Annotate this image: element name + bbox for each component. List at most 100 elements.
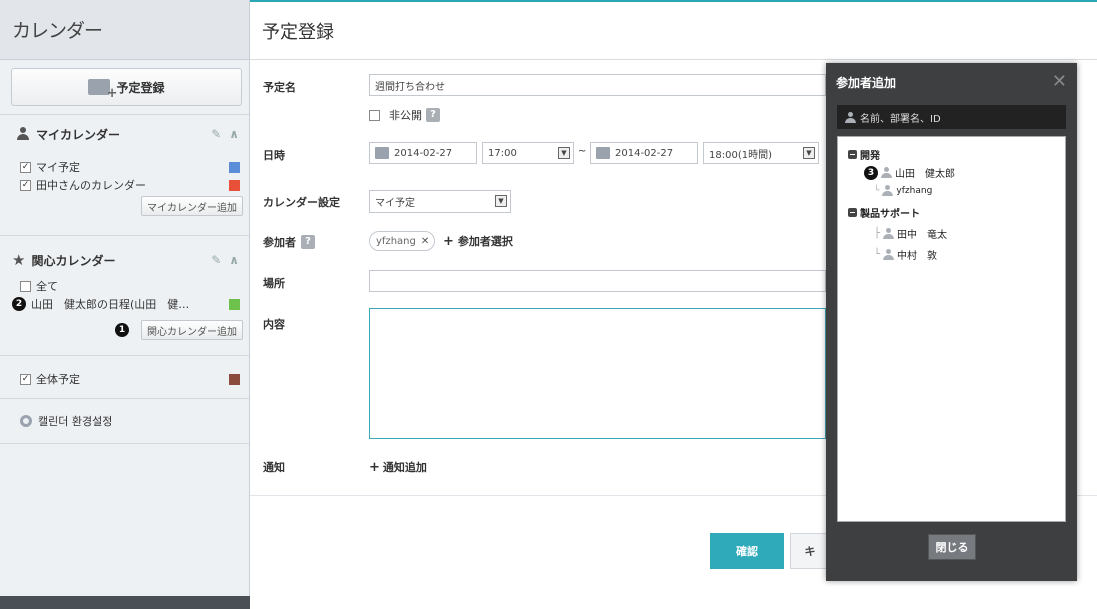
edit-icon[interactable]: ✎ — [211, 127, 221, 141]
tree-user-tanaka[interactable]: ├ 田中 竜太 — [874, 226, 947, 241]
color-swatch[interactable] — [229, 161, 240, 173]
confirm-button[interactable]: 確認 — [710, 533, 784, 569]
dialog-close-button[interactable]: 閉じる — [928, 534, 976, 560]
my-calendar-title: マイカレンダー — [36, 127, 121, 142]
calendar-icon — [596, 147, 610, 159]
tree-user-yamada[interactable]: 3 山田 健太郎 — [864, 165, 955, 180]
annotation-badge: 2 — [12, 297, 26, 311]
label-participants-row: 参加者 ? — [263, 234, 315, 250]
tree-user-nakamura[interactable]: └ 中村 敦 — [874, 247, 937, 262]
register-schedule-button[interactable]: 予定登録 — [11, 68, 242, 106]
participant-chip[interactable]: yfzhang ✕ — [369, 231, 436, 251]
calendar-item-tanaka[interactable]: ✓ 田中さんのカレンダー — [0, 176, 249, 194]
star-icon: ★ — [12, 251, 26, 269]
calendar-item-label: マイ予定 — [36, 161, 80, 174]
calendar-select[interactable]: マイ予定 ▼ — [369, 190, 511, 213]
schedule-name-input[interactable]: 週間打ち合わせ — [369, 74, 826, 96]
chevron-up-icon[interactable]: ∧ — [229, 127, 239, 141]
collapse-icon[interactable] — [848, 150, 857, 159]
add-notification-link[interactable]: + 通知追加 — [369, 459, 427, 475]
divider — [0, 235, 249, 236]
interest-calendar-section: ★ 関心カレンダー ✎ ∧ 全て 2 山田 健太郎の日程(山田 健… 1 関心カ… — [0, 250, 249, 340]
user-icon — [882, 185, 894, 196]
tree-user-label: yfzhang — [896, 185, 933, 196]
calendar-item-all-schedule[interactable]: ✓ 全体予定 — [0, 370, 249, 388]
sidebar-title: カレンダー — [0, 0, 249, 60]
color-swatch[interactable] — [229, 298, 240, 310]
close-icon[interactable]: ✕ — [421, 236, 429, 247]
checkbox-all-schedule[interactable]: ✓ — [20, 373, 31, 385]
calendar-item-all[interactable]: 全て — [0, 277, 249, 295]
divider — [0, 355, 249, 356]
my-calendar-header[interactable]: マイカレンダー ✎ ∧ — [0, 124, 249, 144]
tree-group-label: 開発 — [860, 151, 880, 162]
tree-connector: ├ — [874, 228, 881, 239]
checkbox-private[interactable] — [369, 109, 380, 121]
user-icon — [883, 249, 895, 260]
tree-connector: └ — [874, 249, 881, 260]
checkbox-my-schedule[interactable]: ✓ — [20, 161, 31, 173]
cancel-button[interactable]: キ — [790, 533, 830, 569]
edit-icon[interactable]: ✎ — [211, 253, 221, 267]
start-time-select[interactable]: 17:00 ▼ — [482, 142, 574, 164]
end-date-input[interactable]: 2014-02-27 — [590, 142, 698, 164]
chevron-down-icon: ▼ — [495, 195, 507, 207]
label-content: 内容 — [263, 318, 285, 331]
calendar-item-label: 山田 健太郎の日程(山田 健… — [31, 298, 190, 311]
tree-group-support[interactable]: 製品サポート — [848, 205, 920, 220]
interest-calendar-header[interactable]: ★ 関心カレンダー ✎ ∧ — [0, 250, 249, 270]
end-time-select[interactable]: 18:00(1時間) ▼ — [703, 142, 819, 164]
calendar-select-value: マイ予定 — [375, 198, 415, 209]
collapse-icon[interactable] — [848, 208, 857, 217]
label-participants: 参加者 — [263, 236, 296, 249]
person-icon — [16, 127, 30, 141]
interest-calendar-title: 関心カレンダー — [31, 253, 116, 268]
tree-connector: └ — [874, 185, 880, 196]
place-input[interactable] — [369, 270, 826, 292]
add-notification-label: 通知追加 — [382, 461, 427, 474]
calendar-settings-link[interactable]: 캘린더 환경설정 — [0, 412, 249, 430]
content-textarea[interactable] — [369, 308, 826, 439]
calendar-item-yamada[interactable]: 2 山田 健太郎の日程(山田 健… — [0, 295, 249, 313]
users-icon — [845, 111, 856, 123]
select-participants-label: 参加者選択 — [457, 235, 513, 248]
private-option[interactable]: 非公開 ? — [369, 107, 440, 123]
add-interest-calendar-button[interactable]: 関心カレンダー追加 — [141, 320, 243, 340]
add-participant-dialog: 参加者追加 ✕ 名前、部署名、ID 開発 3 山田 健太郎 └ yfzhang … — [826, 63, 1077, 581]
start-date-input[interactable]: 2014-02-27 — [369, 142, 477, 164]
range-separator: ~ — [578, 146, 587, 157]
checkbox-tanaka[interactable]: ✓ — [20, 179, 31, 191]
my-calendar-section: マイカレンダー ✎ ∧ ✓ マイ予定 ✓ 田中さんのカレンダー マイカレンダー追… — [0, 124, 249, 216]
select-participants-link[interactable]: + 参加者選択 — [443, 233, 513, 249]
annotation-badge: 3 — [864, 165, 878, 180]
label-place: 場所 — [263, 277, 285, 290]
gear-icon — [20, 415, 32, 427]
calendar-settings-label: 캘린더 환경설정 — [38, 415, 113, 428]
checkbox-all[interactable] — [20, 280, 31, 292]
user-icon — [881, 167, 892, 178]
chevron-up-icon[interactable]: ∧ — [229, 253, 239, 267]
calendar-item-my-schedule[interactable]: ✓ マイ予定 — [0, 158, 249, 176]
label-datetime: 日時 — [263, 149, 285, 162]
user-icon — [883, 228, 895, 239]
end-time-value: 18:00(1時間) — [709, 149, 772, 161]
start-date-value: 2014-02-27 — [394, 147, 453, 159]
tree-group-dev[interactable]: 開発 — [848, 147, 880, 162]
register-schedule-label: 予定登録 — [116, 80, 165, 95]
org-tree: 開発 3 山田 健太郎 └ yfzhang 製品サポート ├ 田中 竜太 └ 中… — [837, 136, 1066, 522]
tree-user-label: 山田 健太郎 — [895, 169, 955, 180]
add-my-calendar-button[interactable]: マイカレンダー追加 — [141, 196, 243, 216]
help-icon[interactable]: ? — [301, 235, 315, 249]
tree-group-label: 製品サポート — [860, 209, 920, 220]
color-swatch[interactable] — [229, 179, 240, 191]
divider — [0, 443, 249, 444]
help-icon[interactable]: ? — [426, 108, 440, 122]
tree-user-label: 田中 竜太 — [897, 230, 948, 241]
tree-user-yfzhang[interactable]: └ yfzhang — [874, 185, 932, 196]
color-swatch[interactable] — [229, 373, 240, 385]
label-notify: 通知 — [263, 461, 285, 474]
divider — [0, 114, 249, 115]
close-icon[interactable]: ✕ — [1052, 71, 1067, 92]
participant-search-input[interactable]: 名前、部署名、ID — [837, 105, 1066, 129]
page-title: 予定登録 — [250, 0, 1097, 60]
